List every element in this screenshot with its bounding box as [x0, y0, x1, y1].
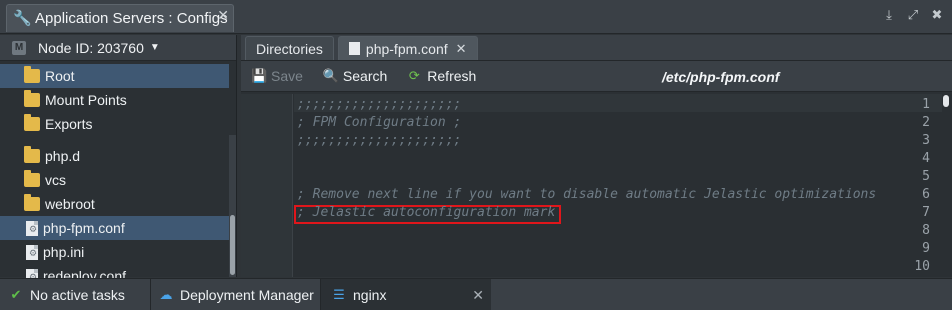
tree-item-label: webroot: [45, 196, 95, 212]
tree-item[interactable]: Mount Points: [0, 88, 229, 112]
cloud-icon: ☁: [159, 287, 173, 302]
tree-item-label: php-fpm.conf: [43, 220, 125, 236]
scrollbar-thumb[interactable]: [943, 95, 949, 107]
wrench-icon: 🔧: [13, 9, 32, 27]
search-button[interactable]: 🔍 Search: [323, 68, 387, 84]
close-tab-icon[interactable]: ✕: [217, 7, 229, 24]
close-tab-icon[interactable]: ✕: [456, 41, 467, 57]
line-number: 7: [922, 205, 930, 220]
folder-icon: [24, 90, 40, 107]
code-line: ;;;;;;;;;;;;;;;;;;;;;: [297, 133, 462, 148]
deployment-manager-button[interactable]: ☁ Deployment Manager: [158, 279, 314, 310]
divider: [150, 279, 151, 310]
line-number: 1: [922, 97, 930, 112]
code-scrollbar[interactable]: [942, 94, 950, 277]
folder-icon: [24, 194, 40, 211]
editor-panel: Directories php-fpm.conf ✕ 💾 Save 🔍 Sear…: [241, 35, 952, 277]
save-icon: 💾: [251, 68, 268, 83]
tree-item[interactable]: webroot: [0, 192, 229, 216]
taskbar: ✔ No active tasks ☁ Deployment Manager ☰…: [0, 278, 952, 310]
tree-item-label: php.d: [45, 148, 81, 164]
code-line: ;;;;;;;;;;;;;;;;;;;;;: [297, 97, 462, 112]
window-title-tab[interactable]: 🔧 Application Servers : Configs ✕: [6, 4, 234, 32]
line-number: 2: [922, 115, 930, 130]
line-number: 10: [914, 259, 930, 274]
server-icon: ☰: [333, 287, 345, 302]
line-number-gutter: [241, 94, 293, 277]
code-editor[interactable]: 1;;;;;;;;;;;;;;;;;;;;; 2 ; FPM Configurati…: [241, 94, 952, 277]
save-button[interactable]: 💾 Save: [251, 68, 303, 84]
close-icon[interactable]: ✖: [930, 8, 944, 22]
folder-icon: [24, 66, 40, 83]
tab-label: Directories: [256, 40, 323, 57]
line-number: 8: [922, 223, 930, 238]
tree-item[interactable]: php.d: [0, 144, 229, 168]
file-icon: [348, 42, 360, 55]
check-icon: ✔: [10, 287, 22, 302]
code-line: ; Remove next line if you want to disabl…: [297, 187, 877, 202]
task-status-label: No active tasks: [30, 287, 125, 303]
expand-icon[interactable]: ⤢: [906, 8, 920, 22]
search-icon: 🔍: [322, 68, 340, 83]
line-number: 6: [922, 187, 930, 202]
tree-item[interactable]: php-fpm.conf: [0, 216, 229, 240]
config-file-icon: [26, 220, 38, 236]
node-selector[interactable]: M Node ID: 203760 ▼: [0, 35, 236, 61]
window-titlebar: 🔧 Application Servers : Configs ✕ ⤓ ⤢ ✖: [0, 0, 952, 34]
tree-item-label: Exports: [45, 116, 93, 132]
chevron-down-icon[interactable]: ▼: [150, 42, 160, 53]
download-icon[interactable]: ⤓: [882, 8, 896, 22]
code-line: ; Jelastic autoconfiguration mark: [297, 205, 556, 220]
close-icon[interactable]: ✕: [472, 287, 484, 304]
save-label: Save: [271, 68, 303, 84]
editor-tabs: Directories php-fpm.conf ✕: [241, 35, 952, 61]
tree-item[interactable]: vcs: [0, 168, 229, 192]
nginx-task-tab[interactable]: ☰ nginx: [321, 279, 491, 310]
config-file-icon: [26, 244, 38, 260]
line-number: 9: [922, 241, 930, 256]
line-number: 4: [922, 151, 930, 166]
code-line: ; FPM Configuration ;: [297, 115, 462, 130]
refresh-label: Refresh: [427, 68, 477, 84]
tree-item-label: php.ini: [43, 244, 85, 260]
file-path: /etc/php-fpm.conf: [662, 69, 780, 85]
node-badge: M: [12, 40, 26, 55]
line-number: 3: [922, 133, 930, 148]
file-tree-panel: M Node ID: 203760 ▼ Root Mount Points Expo…: [0, 35, 237, 284]
tree-item[interactable]: Root: [0, 64, 229, 88]
task-status[interactable]: ✔ No active tasks: [8, 279, 125, 310]
window-controls: ⤓ ⤢ ✖: [882, 8, 944, 22]
refresh-button[interactable]: ⟳ Refresh: [407, 68, 476, 84]
search-label: Search: [342, 68, 388, 84]
tab-php-fpm-conf[interactable]: php-fpm.conf ✕: [337, 36, 478, 60]
line-number: 5: [922, 169, 930, 184]
tree-item-label: Mount Points: [45, 92, 127, 108]
tree-item[interactable]: php.ini: [0, 240, 229, 264]
editor-toolbar: 💾 Save 🔍 Search ⟳ Refresh /etc/php-fpm.c…: [241, 61, 952, 92]
window-title: Application Servers : Configs: [35, 10, 228, 27]
tree-item-label: Root: [45, 68, 75, 84]
refresh-icon: ⟳: [408, 68, 420, 83]
export-folder-icon: [24, 114, 40, 131]
scrollbar-thumb[interactable]: [230, 215, 235, 275]
tree-scrollbar[interactable]: [229, 135, 236, 277]
node-id-label: Node ID: 203760: [38, 39, 144, 56]
tree-item-label: vcs: [45, 172, 66, 188]
tab-directories[interactable]: Directories: [245, 36, 334, 60]
tab-label: php-fpm.conf: [365, 40, 448, 57]
nginx-label: nginx: [353, 287, 387, 303]
tree-item[interactable]: Exports: [0, 112, 229, 136]
folder-icon: [24, 146, 40, 163]
deployment-manager-label: Deployment Manager: [180, 287, 314, 303]
folder-icon: [24, 170, 40, 187]
